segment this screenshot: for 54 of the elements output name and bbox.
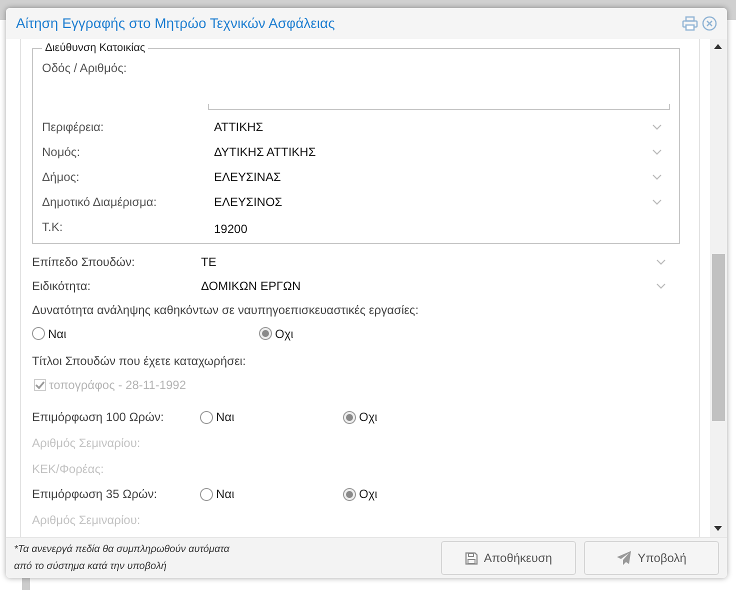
print-icon[interactable] — [682, 16, 698, 31]
field-label: Περιφέρεια: — [42, 119, 105, 136]
chevron-icon[interactable] — [652, 124, 662, 130]
field-label: Επίπεδο Σπουδών: — [32, 254, 136, 270]
field-label: Δήμος: — [42, 169, 80, 186]
scroll-down-icon[interactable] — [714, 526, 722, 531]
chevron-icon[interactable] — [656, 282, 666, 288]
select-field[interactable]: ΕΛΕΥΣΙΝΑΣ — [214, 166, 670, 188]
field-label: Επιμόρφωση 100 Ωρών: — [32, 409, 165, 426]
field-label: Αριθμός Σεμιναρίου: — [32, 434, 140, 452]
scroll-up-icon[interactable] — [714, 44, 722, 49]
paper-plane-icon — [616, 551, 632, 565]
select-field[interactable]: ΔΥΤΙΚΗΣ ΑΤΤΙΚΗΣ — [214, 141, 670, 163]
radio-button[interactable] — [343, 488, 356, 500]
panel-legend: Διεύθυνση Κατοικίας — [42, 40, 148, 56]
chevron-icon[interactable] — [652, 174, 662, 180]
close-icon[interactable] — [702, 16, 717, 31]
question-label: Τίτλοι Σπουδών που έχετε καταχωρήσει: — [32, 352, 246, 370]
field-label: Αριθμός Σεμιναρίου: — [32, 512, 140, 528]
field-label: Ειδικότητα: — [32, 278, 92, 294]
chevron-icon[interactable] — [652, 199, 662, 205]
select-field[interactable]: ΔΟΜΙΚΩΝ ΕΡΓΩΝ — [201, 274, 670, 296]
submit-button[interactable]: Υποβολή — [584, 541, 719, 575]
radio-option[interactable]: Ναι — [32, 324, 259, 342]
radio-button[interactable] — [200, 410, 213, 424]
field-label: Δημοτικό Διαμέρισμα: — [42, 194, 158, 211]
field-label: Οδός / Αριθμός: — [42, 60, 128, 76]
chevron-icon[interactable] — [656, 258, 666, 264]
radio-button[interactable] — [259, 327, 272, 340]
scroll-thumb[interactable] — [712, 254, 725, 421]
field-label: Τ.Κ: — [42, 219, 64, 236]
radio-button[interactable] — [32, 327, 45, 340]
radio-option[interactable]: Οχι — [343, 485, 423, 503]
window-title: Αίτηση Εγγραφής στο Μητρώο Τεχνικών Ασφάλειας — [16, 14, 335, 33]
radio-button[interactable] — [200, 488, 213, 500]
select-field[interactable]: ΑΤΤΙΚΗΣ — [214, 116, 670, 138]
radio-option[interactable]: Οχι — [343, 408, 423, 426]
question-label: Δυνατότητα ανάληψης καθηκόντων σε ναυπηγοεπισκευαστικές εργασίες: — [32, 302, 419, 318]
field-label: Νομός: — [42, 144, 82, 161]
chevron-icon[interactable] — [652, 149, 662, 155]
field-label: Επιμόρφωση 35 Ωρών: — [32, 486, 158, 503]
select-field[interactable]: ΕΛΕΥΣΙΝΟΣ — [214, 191, 670, 213]
street-input[interactable] — [208, 104, 670, 110]
note-text: *Τα ανενεργά πεδία θα συμπληρωθούν αυτόματα — [14, 543, 230, 557]
scrollbar[interactable] — [710, 39, 727, 537]
field-value: 19200 — [214, 220, 248, 238]
note-text: από το σύστημα κατά την υποβολή — [14, 560, 168, 574]
radio-option[interactable]: Ναι — [200, 485, 343, 503]
save-button[interactable]: Αποθήκευση — [441, 541, 576, 575]
radio-option[interactable]: Οχι — [259, 324, 339, 342]
radio-button[interactable] — [343, 410, 356, 424]
radio-option[interactable]: Ναι — [200, 408, 343, 426]
select-field[interactable]: ΤΕ — [201, 250, 670, 272]
field-label: ΚΕΚ/Φορέας: — [32, 460, 104, 478]
